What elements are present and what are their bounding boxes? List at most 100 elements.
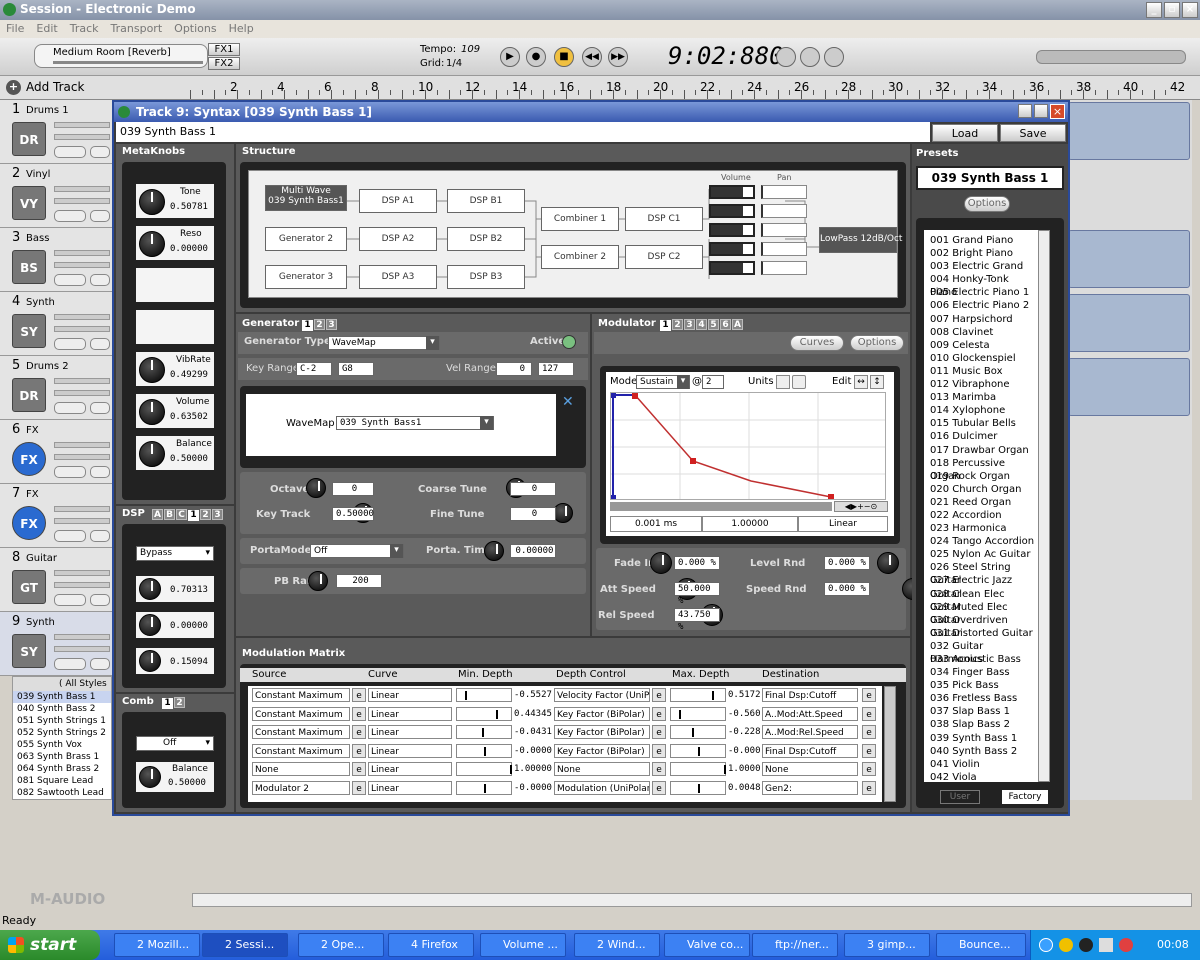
menu-options[interactable]: Options (174, 22, 216, 35)
structure-module[interactable]: Combiner 1 (541, 207, 619, 231)
key-range-low[interactable]: C-2 (296, 362, 332, 376)
track-header[interactable]: 5 Drums 2 DR (0, 356, 112, 420)
tab-6[interactable]: 6 (720, 319, 731, 330)
matrix-destination[interactable]: A..Mod:Att.Speed (762, 706, 858, 721)
synth-minimize-button[interactable] (1018, 104, 1032, 118)
list-item[interactable]: 051 Synth Strings 1 (13, 715, 111, 727)
track9-preset-list[interactable]: ( All Styles 039 Synth Bass 1 040 Synth B… (12, 676, 112, 800)
key-range-high[interactable]: G8 (338, 362, 374, 376)
matrix-source[interactable]: Constant Maximum (252, 725, 350, 739)
track-solo-button[interactable] (90, 338, 110, 350)
porta-mode-select[interactable]: Off ▾ (310, 544, 404, 558)
min-depth-slider[interactable] (456, 688, 512, 702)
slider-thumb[interactable] (481, 728, 484, 737)
taskbar-button[interactable]: Bounce... (936, 933, 1026, 957)
preset-item[interactable]: 016 Dulcimer (930, 430, 1038, 443)
destination-edit-button[interactable]: e (862, 688, 876, 702)
structure-module[interactable]: Combiner 2 (541, 245, 619, 269)
depth-control-edit-button[interactable]: e (652, 688, 666, 702)
tab-1[interactable]: 1 (660, 320, 671, 331)
vel-range-high[interactable]: 127 (538, 362, 574, 376)
fx-insert-slider[interactable] (53, 61, 203, 64)
depth-control-edit-button[interactable]: e (652, 743, 666, 758)
matrix-source[interactable]: Constant Maximum (252, 688, 350, 702)
matrix-scrollbar[interactable] (884, 686, 896, 802)
track-pan-slider[interactable] (54, 582, 110, 588)
pan-fader[interactable] (761, 204, 807, 218)
min-depth-slider[interactable] (456, 762, 512, 776)
max-depth-slider[interactable] (670, 780, 726, 795)
track-instrument-icon[interactable]: FX (12, 442, 46, 476)
preset-item[interactable]: 033 Acoustic Bass (930, 653, 1038, 666)
rel-speed-value[interactable]: 43.750 % (674, 608, 720, 632)
mode-index-field[interactable]: 2 (702, 375, 724, 389)
track-solo-button[interactable] (90, 466, 110, 478)
track-instrument-icon[interactable]: GT (12, 570, 46, 604)
min-depth-slider[interactable] (456, 725, 512, 739)
synth-maximize-button[interactable] (1034, 104, 1048, 118)
volume-fader[interactable] (709, 223, 755, 237)
metaknob-balance[interactable]: Balance 0.50000 (134, 434, 216, 472)
track-pan-slider[interactable] (54, 326, 110, 332)
track-volume-slider[interactable] (54, 378, 110, 384)
depth-control-edit-button[interactable]: e (652, 780, 666, 795)
preset-item[interactable]: 007 Harpsichord (930, 313, 1038, 326)
preset-item[interactable]: 020 Church Organ (930, 483, 1038, 496)
tab-3[interactable]: 3 (684, 319, 695, 330)
timeline-ruler[interactable]: + Add Track 2 4 6 8 10 12 14 16 18 20 22 24 26 28 30 32… (0, 76, 1200, 100)
tray-icon[interactable] (1079, 938, 1093, 952)
presets-options-button[interactable]: Options (964, 196, 1010, 212)
track-instrument-icon[interactable]: BS (12, 250, 46, 284)
tab-1[interactable]: 1 (162, 698, 173, 709)
punch-icon[interactable] (824, 47, 844, 67)
comb-mode-select[interactable]: Off ▾ (136, 736, 214, 751)
record-icon[interactable]: ● (526, 47, 546, 67)
metaknob-tone[interactable]: Tone 0.50781 (134, 182, 216, 220)
tab-2[interactable]: 2 (672, 319, 683, 330)
track-mute-button[interactable] (54, 594, 86, 606)
list-item[interactable]: 052 Synth Strings 2 (13, 727, 111, 739)
slider-thumb[interactable] (698, 783, 700, 793)
preset-item[interactable]: 040 Synth Bass 2 (930, 745, 1038, 758)
preset-item[interactable]: 032 Guitar Harmonics (930, 640, 1038, 665)
rewind-icon[interactable]: ◀◀ (582, 47, 602, 67)
matrix-curve[interactable]: Linear (368, 762, 452, 776)
matrix-depth-control[interactable]: Key Factor (BiPolar) (554, 743, 650, 758)
volume-fader[interactable] (709, 242, 755, 256)
structure-module[interactable]: Generator 2 (265, 227, 347, 251)
fine-tune-value[interactable]: 0 (510, 507, 556, 521)
structure-module[interactable]: DSP B2 (447, 227, 525, 251)
track-instrument-icon[interactable]: FX (12, 506, 46, 540)
menu-file[interactable]: File (6, 22, 24, 35)
track-header[interactable]: 3 Bass BS (0, 228, 112, 292)
track-name[interactable]: Guitar (26, 553, 57, 564)
preset-list[interactable]: 001 Grand Piano 002 Bright Piano 003 Elect… (924, 230, 1038, 782)
track-header[interactable]: 9 Synth SY (0, 612, 112, 676)
save-preset-button[interactable]: Save Preset (1000, 124, 1066, 158)
curve-type-readout[interactable]: Linear (798, 516, 888, 532)
preset-item[interactable]: 031 Distorted Guitar (930, 627, 1038, 640)
tab-1[interactable]: 1 (188, 510, 199, 521)
track-name[interactable]: FX (26, 425, 39, 436)
dsp-knob-2[interactable]: 0.00000 (134, 610, 216, 640)
structure-module[interactable]: DSP C1 (625, 207, 703, 231)
track-pan-slider[interactable] (54, 198, 110, 204)
destination-edit-button[interactable]: e (862, 706, 876, 721)
add-track-icon[interactable]: + (6, 80, 21, 95)
source-edit-button[interactable]: e (352, 780, 366, 795)
track-volume-slider[interactable] (54, 314, 110, 320)
structure-module[interactable]: DSP C2 (625, 245, 703, 269)
track-name[interactable]: Drums 1 (26, 105, 69, 116)
track-solo-button[interactable] (90, 658, 110, 670)
preset-item[interactable]: 013 Marimba (930, 391, 1038, 404)
tab-3[interactable]: 3 (212, 509, 223, 520)
menu-edit[interactable]: Edit (36, 22, 57, 35)
envelope-scrollbar[interactable] (610, 502, 832, 511)
preset-item[interactable]: 010 Glockenspiel (930, 352, 1038, 365)
track-pan-slider[interactable] (54, 390, 110, 396)
tab-1[interactable]: 1 (302, 320, 313, 331)
structure-module[interactable]: DSP B1 (447, 189, 525, 213)
level-rnd-knob[interactable] (876, 552, 899, 574)
preset-item[interactable]: 003 Electric Grand (930, 260, 1038, 273)
taskbar-button[interactable]: 3 gimp... (844, 933, 930, 957)
